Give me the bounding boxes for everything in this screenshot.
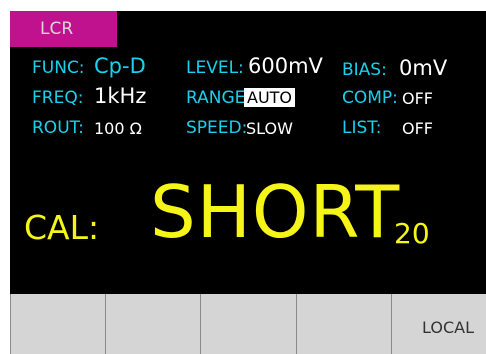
softkey-3[interactable] [200,294,296,354]
rout-value[interactable]: 100 Ω [94,119,142,138]
level-value[interactable]: 600mV [248,54,323,78]
level-label: LEVEL: [186,58,244,78]
softkey-bar: LOCAL [10,294,486,354]
range-value-text: AUTO [244,88,296,107]
local-button[interactable]: LOCAL [390,294,486,354]
tab-lcr[interactable]: LCR [10,11,117,47]
local-button-label: LOCAL [422,318,475,337]
softkey-4[interactable] [295,294,391,354]
cal-label: CAL: [24,208,100,247]
softkey-2[interactable] [105,294,201,354]
speed-value[interactable]: SLOW [246,119,293,138]
func-value[interactable]: Cp-D [94,54,146,78]
freq-value[interactable]: 1kHz [94,84,146,108]
func-label: FUNC: [32,58,85,78]
rout-label: ROUT: [32,118,84,138]
range-value[interactable]: AUTO [244,88,296,107]
freq-label: FREQ: [32,88,84,108]
softkey-1[interactable] [10,294,106,354]
speed-label: SPEED: [186,118,248,138]
comp-value[interactable]: OFF [402,89,433,108]
range-label: RANGE: [186,88,252,108]
comp-label: COMP: [342,88,398,108]
cal-count: 20 [394,217,430,250]
list-value[interactable]: OFF [402,119,433,138]
bias-value[interactable]: 0mV [399,56,447,80]
bias-label: BIAS: [342,60,387,80]
cal-mode: SHORT [150,170,401,254]
list-label: LIST: [342,118,382,138]
instrument-screen: LCR FUNC: Cp-D FREQ: 1kHz ROUT: 100 Ω LE… [0,0,486,354]
